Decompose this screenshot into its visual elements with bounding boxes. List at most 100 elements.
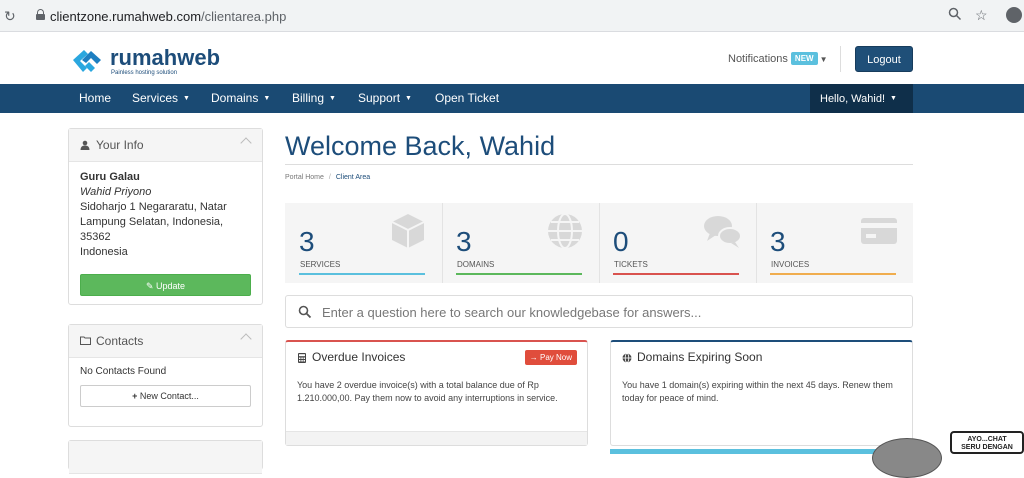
collapse-chevron-icon[interactable] (240, 137, 252, 149)
knowledgebase-search (285, 295, 913, 328)
domains-count: 3 (456, 226, 472, 257)
chat-line-1: AYO...CHAT (967, 436, 1007, 443)
services-label: SERVICES (300, 260, 341, 269)
invoices-bar (770, 273, 896, 275)
stats-tiles: 3 SERVICES 3 DOMAINS 0 TICKETS 3 INVOICE… (285, 203, 913, 283)
logo-tagline: Painless hosting solution (111, 70, 178, 76)
breadcrumb-portal-home[interactable]: Portal Home (285, 174, 324, 181)
country: Indonesia (80, 246, 128, 258)
globe-icon (548, 213, 582, 249)
calculator-icon (298, 353, 306, 363)
services-bar (299, 273, 425, 275)
credit-card-icon (861, 218, 897, 244)
caret-down-icon: ▼ (183, 95, 190, 102)
card-footer (286, 431, 587, 445)
caret-down-icon: ▼ (819, 55, 828, 64)
caret-down-icon: ▼ (405, 95, 412, 102)
bookmark-star-icon[interactable]: ☆ (975, 7, 988, 24)
stat-domains[interactable]: 3 DOMAINS (442, 203, 599, 283)
update-button[interactable]: ✎ Update (80, 274, 251, 296)
rumahweb-logo[interactable]: rumahweb Painless hosting solution (70, 44, 220, 80)
arrow-right-icon: → (529, 353, 538, 362)
user-icon (80, 140, 90, 150)
chat-mascot[interactable] (872, 438, 942, 478)
domains-bar (456, 273, 582, 275)
chat-line-2: SERU DENGAN (961, 444, 1013, 451)
no-contacts-text: No Contacts Found (80, 366, 167, 377)
shortcuts-header[interactable] (69, 441, 262, 474)
chat-widget-bubble[interactable]: AYO...CHAT SERU DENGAN (950, 431, 1024, 454)
lock-icon[interactable] (36, 9, 45, 20)
your-info-panel: Your Info Guru Galau Wahid Priyono Sidoh… (68, 128, 263, 305)
nav-billing[interactable]: Billing ▼ (292, 84, 336, 113)
address-line-2: Lampung Selatan, Indonesia, (80, 216, 224, 228)
nav-open-ticket[interactable]: Open Ticket (435, 84, 499, 113)
contacts-title: Contacts (96, 334, 144, 348)
breadcrumb: Portal Home / Client Area (285, 174, 371, 181)
company-name: Guru Galau (80, 171, 140, 183)
nav-domains[interactable]: Domains ▼ (211, 84, 270, 113)
contacts-header[interactable]: Contacts (69, 325, 262, 358)
header-divider (840, 46, 841, 72)
breadcrumb-client-area: Client Area (335, 174, 371, 181)
tickets-bar (613, 273, 739, 275)
domains-expiring-title: Domains Expiring Soon (637, 350, 763, 364)
overdue-invoices-title: Overdue Invoices (312, 350, 406, 364)
search-input[interactable] (322, 302, 902, 322)
tickets-label: TICKETS (614, 260, 648, 269)
user-menu[interactable]: Hello, Wahid! ▼ (810, 84, 913, 113)
overdue-invoices-header: Overdue Invoices → Pay Now (286, 342, 587, 374)
reload-icon[interactable]: ↻ (4, 8, 16, 25)
overdue-invoices-card: Overdue Invoices → Pay Now You have 2 ov… (285, 340, 588, 446)
profile-avatar-icon[interactable] (1006, 7, 1022, 23)
address-line-1: Sidoharjo 1 Negararatu, Natar (80, 201, 227, 213)
notifications-dropdown[interactable]: Notifications NEW ▼ (728, 52, 828, 65)
domains-expiring-header: Domains Expiring Soon (611, 342, 912, 374)
nav-home[interactable]: Home (79, 84, 111, 113)
url-text: clientzone.rumahweb.com/clientarea.php (50, 9, 287, 24)
stat-tickets[interactable]: 0 TICKETS (599, 203, 756, 283)
your-info-header[interactable]: Your Info (69, 129, 262, 162)
your-info-title: Your Info (96, 138, 144, 152)
search-icon (298, 305, 312, 319)
cube-icon (391, 214, 425, 248)
nav-support[interactable]: Support ▼ (358, 84, 412, 113)
title-divider (285, 164, 913, 165)
site-header: rumahweb Painless hosting solution Notif… (0, 32, 1024, 84)
browser-toolbar: ↻ clientzone.rumahweb.com/clientarea.php… (0, 0, 1024, 32)
logout-button[interactable]: Logout (855, 46, 913, 72)
contact-name: Wahid Priyono (80, 186, 152, 198)
logo-mark-icon (73, 50, 101, 72)
address-bar[interactable]: clientzone.rumahweb.com/clientarea.php (26, 4, 1002, 28)
main-navigation: Home Services ▼ Domains ▼ Billing ▼ Support… (0, 84, 1024, 113)
stat-services[interactable]: 3 SERVICES (285, 203, 442, 283)
pay-now-button[interactable]: → Pay Now (524, 350, 577, 365)
overdue-invoices-text: You have 2 overdue invoice(s) with a tot… (297, 380, 558, 403)
page-title: Welcome Back, Wahid (285, 131, 556, 161)
domains-expiring-card: Domains Expiring Soon You have 1 domain(… (610, 340, 913, 446)
caret-down-icon: ▼ (890, 95, 897, 102)
invoices-count: 3 (770, 226, 786, 257)
your-info-body: Guru Galau Wahid Priyono Sidoharjo 1 Neg… (69, 162, 262, 260)
logo-wordmark: rumahweb (110, 45, 221, 70)
next-panel-accent (610, 449, 913, 454)
stat-invoices[interactable]: 3 INVOICES (756, 203, 913, 283)
collapse-chevron-icon[interactable] (240, 333, 252, 345)
postcode: 35362 (80, 231, 111, 243)
services-count: 3 (299, 226, 315, 257)
domains-label: DOMAINS (457, 260, 495, 269)
globe-icon (622, 353, 632, 363)
contacts-panel: Contacts No Contacts Found + New Contact… (68, 324, 263, 427)
nav-services[interactable]: Services ▼ (132, 84, 190, 113)
pencil-icon: ✎ (145, 281, 154, 291)
zoom-icon[interactable] (948, 7, 962, 24)
chat-bubbles-icon (704, 216, 742, 248)
caret-down-icon: ▼ (329, 95, 336, 102)
notifications-label: Notifications (728, 53, 788, 65)
new-badge: NEW (790, 52, 818, 65)
tickets-count: 0 (613, 226, 629, 257)
domains-expiring-text: You have 1 domain(s) expiring within the… (622, 380, 893, 403)
shortcuts-panel (68, 440, 263, 474)
caret-down-icon: ▼ (263, 95, 271, 102)
new-contact-button[interactable]: + New Contact... (80, 385, 251, 407)
